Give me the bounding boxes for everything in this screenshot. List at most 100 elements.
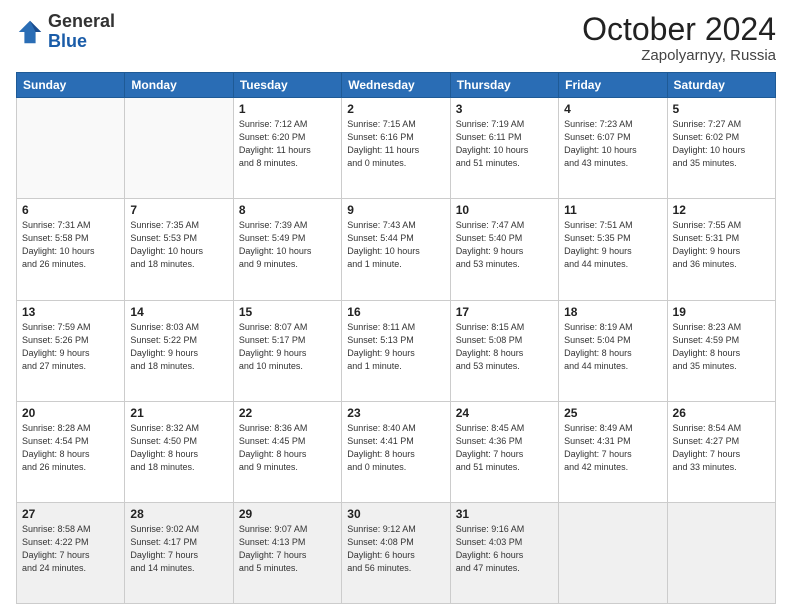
day-number: 4 (564, 102, 661, 116)
calendar-cell: 20Sunrise: 8:28 AM Sunset: 4:54 PM Dayli… (17, 401, 125, 502)
day-info: Sunrise: 9:12 AM Sunset: 4:08 PM Dayligh… (347, 523, 444, 575)
day-number: 5 (673, 102, 770, 116)
day-number: 7 (130, 203, 227, 217)
day-number: 3 (456, 102, 553, 116)
day-number: 14 (130, 305, 227, 319)
day-info: Sunrise: 7:59 AM Sunset: 5:26 PM Dayligh… (22, 321, 119, 373)
location: Zapolyarnyy, Russia (582, 47, 776, 64)
day-number: 23 (347, 406, 444, 420)
day-info: Sunrise: 7:15 AM Sunset: 6:16 PM Dayligh… (347, 118, 444, 170)
calendar-cell: 18 Sunrise: 8:19 AM Sunset: 5:04 PM Dayli… (559, 300, 667, 401)
calendar-cell: 19 Sunrise: 8:23 AM Sunset: 4:59 PM Dayli… (667, 300, 775, 401)
day-number: 17 (456, 305, 553, 319)
calendar-cell: 9 Sunrise: 7:43 AM Sunset: 5:44 PM Daylig… (342, 199, 450, 300)
calendar-cell: 2Sunrise: 7:15 AM Sunset: 6:16 PM Daylig… (342, 98, 450, 199)
day-info: Sunrise: 8:03 AM Sunset: 5:22 PM Dayligh… (130, 321, 227, 373)
day-number: 8 (239, 203, 336, 217)
calendar-cell: 12 Sunrise: 7:55 AM Sunset: 5:31 PM Dayli… (667, 199, 775, 300)
calendar-cell (667, 502, 775, 603)
calendar-week-3: 13 Sunrise: 7:59 AM Sunset: 5:26 PM Dayli… (17, 300, 776, 401)
day-info: Sunrise: 8:07 AM Sunset: 5:17 PM Dayligh… (239, 321, 336, 373)
day-number: 11 (564, 203, 661, 217)
day-number: 31 (456, 507, 553, 521)
calendar-cell: 22 Sunrise: 8:36 AM Sunset: 4:45 PM Dayli… (233, 401, 341, 502)
calendar-cell: 3 Sunrise: 7:19 AM Sunset: 6:11 PM Daylig… (450, 98, 558, 199)
header-thursday: Thursday (450, 73, 558, 98)
calendar-cell: 4 Sunrise: 7:23 AM Sunset: 6:07 PM Daylig… (559, 98, 667, 199)
day-info: Sunrise: 7:43 AM Sunset: 5:44 PM Dayligh… (347, 219, 444, 271)
day-info: Sunrise: 9:02 AM Sunset: 4:17 PM Dayligh… (130, 523, 227, 575)
calendar-cell: 5 Sunrise: 7:27 AM Sunset: 6:02 PM Daylig… (667, 98, 775, 199)
day-info: Sunrise: 8:58 AM Sunset: 4:22 PM Dayligh… (22, 523, 119, 575)
calendar-cell: 16Sunrise: 8:11 AM Sunset: 5:13 PM Dayli… (342, 300, 450, 401)
calendar-cell: 25Sunrise: 8:49 AM Sunset: 4:31 PM Dayli… (559, 401, 667, 502)
calendar-week-4: 20Sunrise: 8:28 AM Sunset: 4:54 PM Dayli… (17, 401, 776, 502)
day-info: Sunrise: 8:40 AM Sunset: 4:41 PM Dayligh… (347, 422, 444, 474)
header: General Blue October 2024 Zapolyarnyy, R… (16, 12, 776, 64)
day-number: 21 (130, 406, 227, 420)
title-block: October 2024 Zapolyarnyy, Russia (582, 12, 776, 64)
calendar-cell: 31 Sunrise: 9:16 AM Sunset: 4:03 PM Dayli… (450, 502, 558, 603)
calendar-week-1: 1Sunrise: 7:12 AM Sunset: 6:20 PM Daylig… (17, 98, 776, 199)
calendar-cell: 6 Sunrise: 7:31 AM Sunset: 5:58 PM Daylig… (17, 199, 125, 300)
calendar-week-2: 6 Sunrise: 7:31 AM Sunset: 5:58 PM Daylig… (17, 199, 776, 300)
day-number: 29 (239, 507, 336, 521)
calendar-cell: 27 Sunrise: 8:58 AM Sunset: 4:22 PM Dayli… (17, 502, 125, 603)
day-info: Sunrise: 8:28 AM Sunset: 4:54 PM Dayligh… (22, 422, 119, 474)
day-info: Sunrise: 8:45 AM Sunset: 4:36 PM Dayligh… (456, 422, 553, 474)
day-number: 30 (347, 507, 444, 521)
calendar-cell: 11 Sunrise: 7:51 AM Sunset: 5:35 PM Dayli… (559, 199, 667, 300)
logo-text: General Blue (48, 12, 115, 52)
day-info: Sunrise: 7:55 AM Sunset: 5:31 PM Dayligh… (673, 219, 770, 271)
day-info: Sunrise: 7:23 AM Sunset: 6:07 PM Dayligh… (564, 118, 661, 170)
day-number: 6 (22, 203, 119, 217)
header-tuesday: Tuesday (233, 73, 341, 98)
calendar-cell: 8 Sunrise: 7:39 AM Sunset: 5:49 PM Daylig… (233, 199, 341, 300)
calendar-cell: 29 Sunrise: 9:07 AM Sunset: 4:13 PM Dayli… (233, 502, 341, 603)
header-monday: Monday (125, 73, 233, 98)
calendar-cell: 13 Sunrise: 7:59 AM Sunset: 5:26 PM Dayli… (17, 300, 125, 401)
day-info: Sunrise: 7:31 AM Sunset: 5:58 PM Dayligh… (22, 219, 119, 271)
day-number: 1 (239, 102, 336, 116)
day-info: Sunrise: 8:49 AM Sunset: 4:31 PM Dayligh… (564, 422, 661, 474)
day-number: 12 (673, 203, 770, 217)
weekday-header-row: Sunday Monday Tuesday Wednesday Thursday… (17, 73, 776, 98)
day-number: 24 (456, 406, 553, 420)
day-info: Sunrise: 7:35 AM Sunset: 5:53 PM Dayligh… (130, 219, 227, 271)
day-info: Sunrise: 7:39 AM Sunset: 5:49 PM Dayligh… (239, 219, 336, 271)
calendar-cell: 7 Sunrise: 7:35 AM Sunset: 5:53 PM Daylig… (125, 199, 233, 300)
day-info: Sunrise: 8:23 AM Sunset: 4:59 PM Dayligh… (673, 321, 770, 373)
day-number: 18 (564, 305, 661, 319)
calendar-week-5: 27 Sunrise: 8:58 AM Sunset: 4:22 PM Dayli… (17, 502, 776, 603)
day-number: 15 (239, 305, 336, 319)
day-info: Sunrise: 7:51 AM Sunset: 5:35 PM Dayligh… (564, 219, 661, 271)
day-number: 28 (130, 507, 227, 521)
day-info: Sunrise: 9:16 AM Sunset: 4:03 PM Dayligh… (456, 523, 553, 575)
day-info: Sunrise: 8:11 AM Sunset: 5:13 PM Dayligh… (347, 321, 444, 373)
day-number: 9 (347, 203, 444, 217)
day-number: 22 (239, 406, 336, 420)
calendar-cell: 28 Sunrise: 9:02 AM Sunset: 4:17 PM Dayli… (125, 502, 233, 603)
calendar-cell (17, 98, 125, 199)
day-number: 27 (22, 507, 119, 521)
calendar-cell: 30 Sunrise: 9:12 AM Sunset: 4:08 PM Dayli… (342, 502, 450, 603)
day-info: Sunrise: 8:36 AM Sunset: 4:45 PM Dayligh… (239, 422, 336, 474)
day-number: 13 (22, 305, 119, 319)
day-number: 26 (673, 406, 770, 420)
header-sunday: Sunday (17, 73, 125, 98)
day-info: Sunrise: 8:19 AM Sunset: 5:04 PM Dayligh… (564, 321, 661, 373)
logo-icon (16, 18, 44, 46)
day-info: Sunrise: 7:19 AM Sunset: 6:11 PM Dayligh… (456, 118, 553, 170)
day-info: Sunrise: 9:07 AM Sunset: 4:13 PM Dayligh… (239, 523, 336, 575)
calendar-cell: 26Sunrise: 8:54 AM Sunset: 4:27 PM Dayli… (667, 401, 775, 502)
day-info: Sunrise: 7:47 AM Sunset: 5:40 PM Dayligh… (456, 219, 553, 271)
day-info: Sunrise: 7:27 AM Sunset: 6:02 PM Dayligh… (673, 118, 770, 170)
calendar-cell: 15 Sunrise: 8:07 AM Sunset: 5:17 PM Dayli… (233, 300, 341, 401)
calendar-page: General Blue October 2024 Zapolyarnyy, R… (0, 0, 792, 612)
day-number: 19 (673, 305, 770, 319)
calendar-cell: 14 Sunrise: 8:03 AM Sunset: 5:22 PM Dayli… (125, 300, 233, 401)
day-info: Sunrise: 8:32 AM Sunset: 4:50 PM Dayligh… (130, 422, 227, 474)
calendar-cell: 21 Sunrise: 8:32 AM Sunset: 4:50 PM Dayli… (125, 401, 233, 502)
calendar-cell: 24 Sunrise: 8:45 AM Sunset: 4:36 PM Dayli… (450, 401, 558, 502)
calendar-cell: 1Sunrise: 7:12 AM Sunset: 6:20 PM Daylig… (233, 98, 341, 199)
